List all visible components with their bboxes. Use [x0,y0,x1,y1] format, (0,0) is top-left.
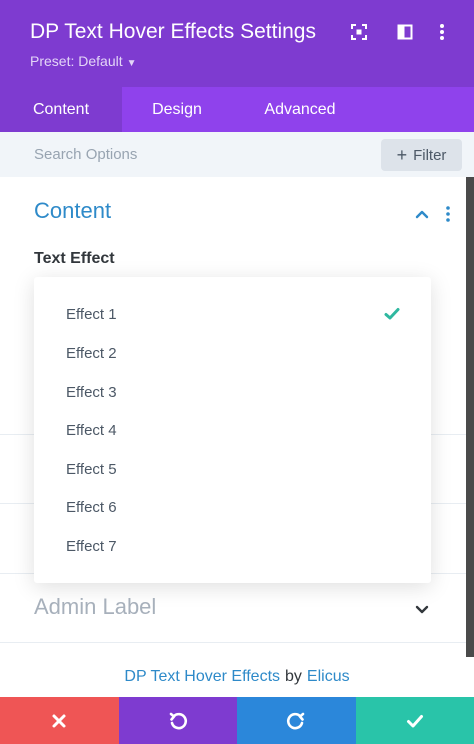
dropdown-option-effect-3[interactable]: Effect 3 [34,373,431,411]
redo-button[interactable] [237,697,356,744]
option-label: Effect 3 [66,383,117,401]
save-button[interactable] [355,697,474,744]
undo-button[interactable] [118,697,237,744]
check-icon [406,714,423,727]
dropdown-option-effect-6[interactable]: Effect 6 [34,488,431,526]
section-title[interactable]: Content [34,198,111,224]
option-label: Effect 4 [66,421,117,439]
cancel-button[interactable] [0,697,119,744]
chevron-up-icon[interactable] [412,204,432,224]
chevron-down-icon[interactable] [412,599,432,619]
settings-tabs: Content Design Advanced [0,87,474,132]
option-label: Effect 6 [66,498,117,516]
preset-label: Preset: Default [30,53,123,69]
text-effect-dropdown[interactable]: Effect 1 Effect 2 Effect 3 Effect 4 Effe… [34,277,431,583]
tab-advanced[interactable]: Advanced [232,87,368,132]
section-options-icon[interactable] [440,204,456,224]
modal-title: DP Text Hover Effects Settings [30,20,316,43]
admin-label-section[interactable]: Admin Label [34,594,156,620]
option-label: Effect 5 [66,460,117,478]
footer-credit: DP Text Hover Effects by Elicus [0,657,474,697]
search-bar: + Filter [0,132,474,177]
caret-down-icon: ▼ [126,58,137,69]
by-text: by [285,668,302,685]
author-link[interactable]: Elicus [307,668,350,686]
dropdown-option-effect-2[interactable]: Effect 2 [34,334,431,372]
undo-icon [169,712,187,729]
dropdown-option-effect-7[interactable]: Effect 7 [34,527,431,565]
option-label: Effect 1 [66,305,117,323]
search-input[interactable] [20,138,360,171]
filter-label: Filter [413,146,447,164]
scrollbar[interactable] [466,177,474,657]
more-vertical-icon[interactable] [430,20,454,44]
option-label: Effect 7 [66,537,117,555]
redo-icon [287,712,305,729]
product-link[interactable]: DP Text Hover Effects [124,668,280,686]
text-effect-label: Text Effect [34,250,115,267]
check-icon [383,305,401,323]
plus-icon: + [396,145,408,165]
dropdown-option-effect-4[interactable]: Effect 4 [34,411,431,449]
option-label: Effect 2 [66,344,117,362]
dropdown-option-effect-5[interactable]: Effect 5 [34,450,431,488]
tab-content[interactable]: Content [0,87,122,132]
filter-button[interactable]: + Filter [381,139,462,171]
preset-selector[interactable]: Preset: Default ▼ [30,53,137,69]
action-bar [0,697,474,744]
divider [0,642,466,643]
screenshot-icon[interactable] [347,20,371,44]
close-icon [52,714,66,727]
sidebar-layout-icon[interactable] [393,20,417,44]
settings-header: DP Text Hover Effects Settings Preset: D… [0,0,474,87]
tab-design[interactable]: Design [122,87,232,132]
dropdown-option-effect-1[interactable]: Effect 1 [34,295,431,333]
